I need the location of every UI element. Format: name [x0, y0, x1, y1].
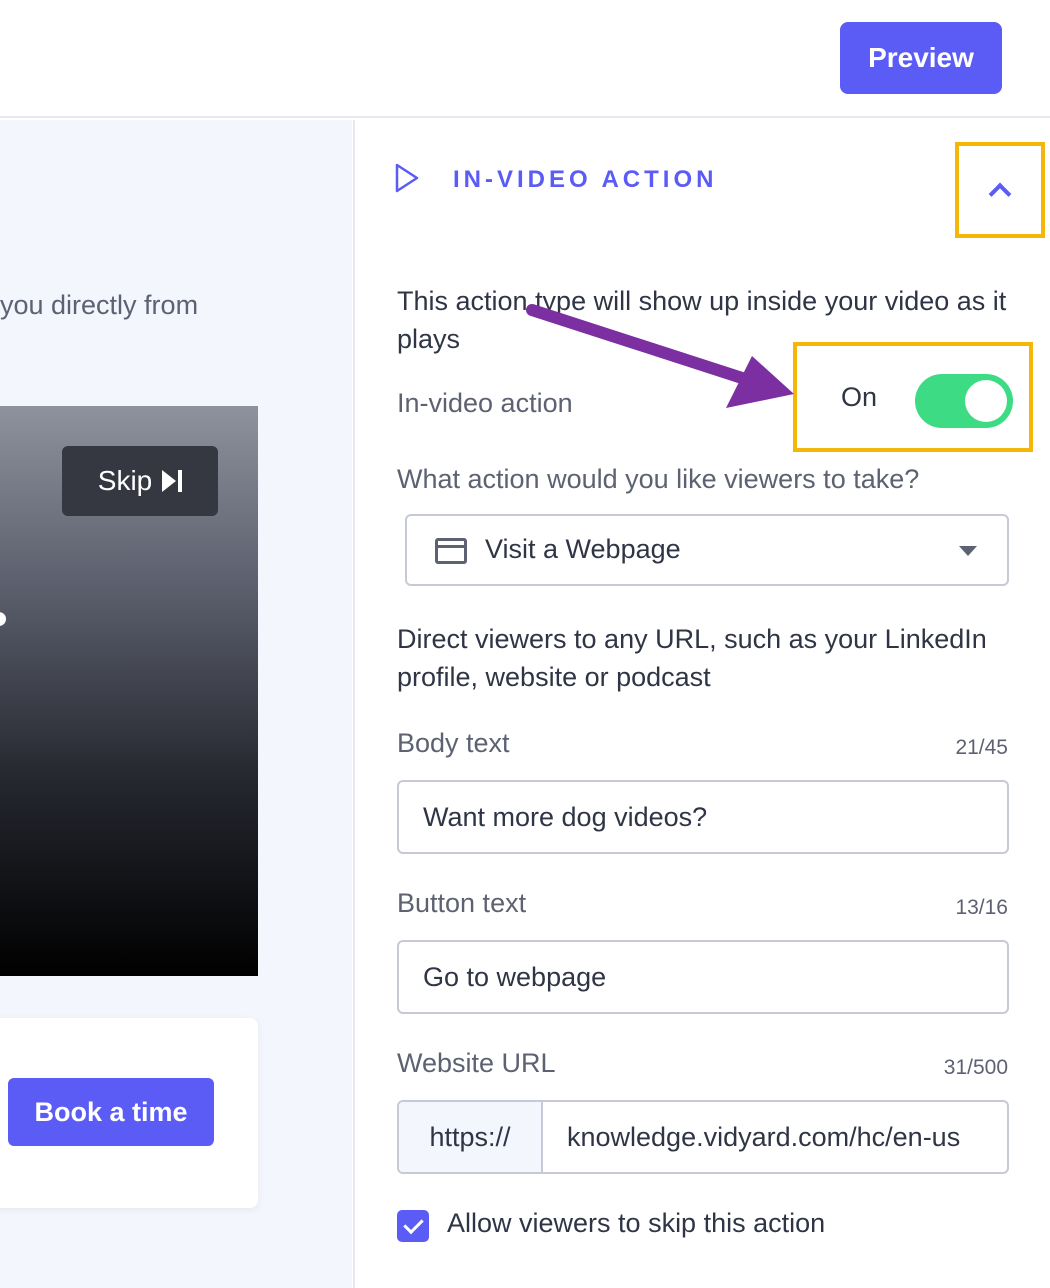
website-url-counter: 31/500: [943, 1056, 1008, 1079]
annotation-arrow: [526, 304, 794, 408]
action-question-label: What action would you like viewers to ta…: [397, 464, 920, 494]
section-title: IN-VIDEO ACTION: [453, 166, 718, 193]
website-url-field: https://: [397, 1100, 1009, 1174]
collapse-chevron-button[interactable]: [955, 142, 1045, 238]
skip-label: Skip: [97, 465, 153, 496]
body-text-label: Body text: [397, 728, 510, 758]
body-text-input[interactable]: [397, 780, 1009, 854]
website-url-input[interactable]: [545, 1102, 1007, 1172]
website-url-label: Website URL: [397, 1048, 556, 1078]
preview-button[interactable]: Preview: [840, 22, 1002, 94]
skip-button[interactable]: Skip: [62, 446, 218, 516]
body-text-counter: 21/45: [955, 736, 1008, 759]
in-video-action-toggle[interactable]: [915, 374, 1013, 428]
page-description-fragment: you directly from: [0, 290, 199, 320]
button-text-input[interactable]: [397, 940, 1009, 1014]
button-text-counter: 13/16: [955, 896, 1008, 919]
action-help-text: Direct viewers to any URL, such as your …: [397, 624, 987, 692]
cta-card: Book a time: [0, 1018, 258, 1208]
skip-next-icon: [162, 470, 183, 492]
browser-window-icon: [435, 538, 467, 564]
url-protocol-prefix: https://: [399, 1102, 543, 1172]
toggle-highlight-box: On: [793, 342, 1033, 452]
video-preview-panel: you directly from Skip Book a time: [0, 120, 352, 1288]
book-a-time-button[interactable]: Book a time: [8, 1078, 214, 1146]
playhead-dot[interactable]: [0, 612, 6, 626]
toggle-knob: [965, 380, 1007, 422]
action-type-value: Visit a Webpage: [485, 534, 681, 564]
chevron-down-icon: [959, 546, 977, 556]
video-player[interactable]: Skip: [0, 406, 258, 976]
section-header: IN-VIDEO ACTION: [393, 160, 1013, 200]
toggle-state-text: On: [841, 382, 878, 412]
top-header: Preview: [0, 0, 1050, 118]
allow-skip-checkbox[interactable]: [397, 1210, 429, 1242]
action-type-select[interactable]: Visit a Webpage: [405, 514, 1009, 586]
play-icon: [395, 163, 419, 193]
allow-skip-label: Allow viewers to skip this action: [447, 1208, 826, 1238]
button-text-label: Button text: [397, 888, 527, 918]
